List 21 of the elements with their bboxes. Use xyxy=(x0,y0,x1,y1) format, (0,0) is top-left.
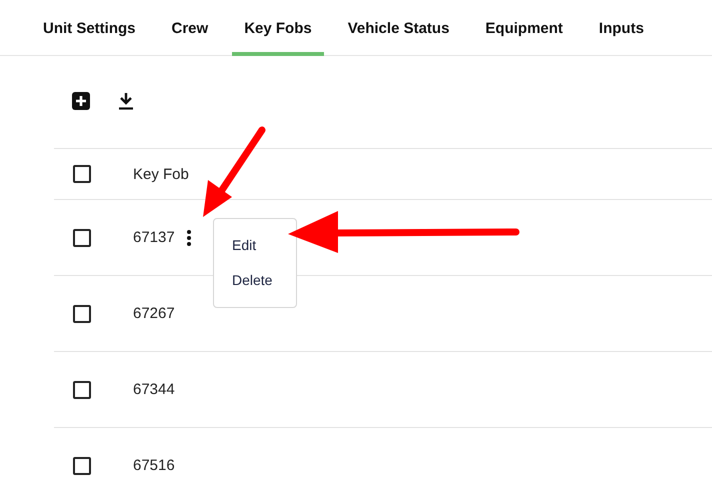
table-cell: 67137 xyxy=(133,229,175,246)
more-icon[interactable] xyxy=(186,230,191,246)
checkbox[interactable] xyxy=(73,304,91,322)
checkbox[interactable] xyxy=(73,456,91,474)
table-cell: 67516 xyxy=(133,457,175,474)
checkbox[interactable] xyxy=(73,165,91,183)
tab[interactable]: Crew xyxy=(160,0,220,56)
download-icon[interactable] xyxy=(118,92,134,110)
tab[interactable]: Equipment xyxy=(473,0,575,56)
menu-item[interactable]: Delete xyxy=(214,263,296,298)
column-header: Key Fob xyxy=(133,166,189,182)
table-cell: 67344 xyxy=(133,381,175,398)
table-cell: 67267 xyxy=(133,305,175,322)
tab[interactable]: Unit Settings xyxy=(31,0,148,56)
tab[interactable]: Vehicle Status xyxy=(336,0,462,56)
checkbox[interactable] xyxy=(73,380,91,398)
menu-item[interactable]: Edit xyxy=(214,228,296,263)
checkbox[interactable] xyxy=(73,228,91,246)
tab[interactable]: Key Fobs xyxy=(232,0,324,56)
add-icon[interactable] xyxy=(72,92,90,110)
tab[interactable]: Inputs xyxy=(586,0,656,56)
